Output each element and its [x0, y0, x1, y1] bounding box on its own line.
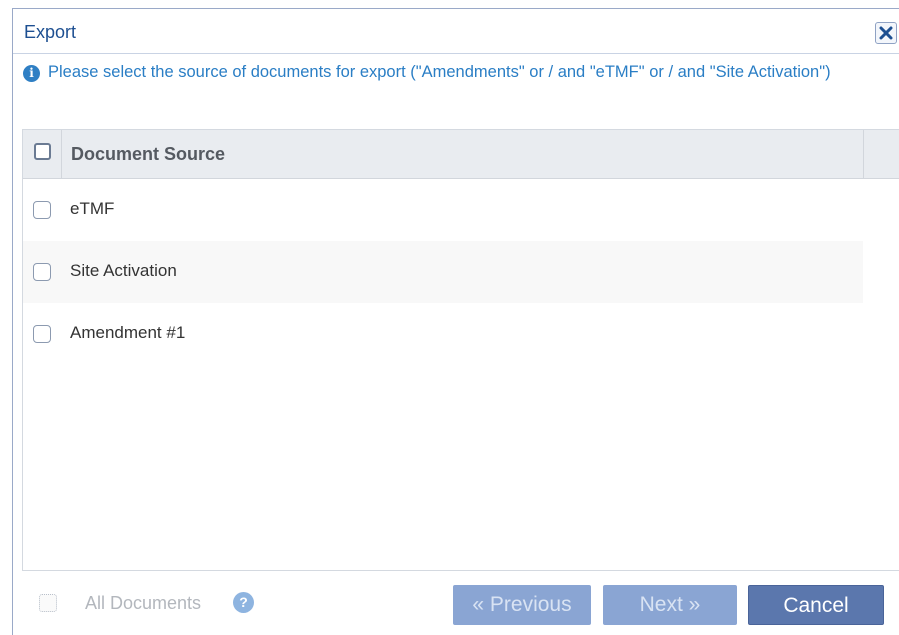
info-message: Please select the source of documents fo…: [48, 63, 831, 81]
dialog-title: Export: [24, 22, 77, 42]
all-documents-label: All Documents: [85, 593, 202, 613]
table-row[interactable]: eTMF: [23, 179, 863, 241]
next-button[interactable]: Next »: [603, 585, 737, 625]
row-checkbox[interactable]: [33, 201, 51, 219]
header-divider: [61, 130, 62, 178]
close-button[interactable]: [875, 22, 897, 44]
close-icon: [879, 26, 893, 40]
row-checkbox[interactable]: [33, 325, 51, 343]
info-icon: i: [23, 65, 40, 82]
row-label: Amendment #1: [70, 323, 186, 342]
table-row[interactable]: Amendment #1: [23, 303, 863, 365]
row-label: eTMF: [70, 199, 115, 218]
table-row[interactable]: Site Activation: [23, 241, 863, 303]
help-icon[interactable]: ?: [233, 592, 254, 613]
dialog-footer: All Documents ? « Previous Next » Cancel: [22, 580, 899, 630]
all-documents-checkbox[interactable]: [39, 594, 57, 612]
header-divider: [863, 130, 864, 178]
select-all-checkbox[interactable]: [34, 143, 51, 160]
column-header-document-source: Document Source: [71, 144, 226, 164]
previous-button[interactable]: « Previous: [453, 585, 591, 625]
dialog-title-bar: Export: [13, 9, 899, 54]
document-source-grid: Document Source eTMF Site Activation Ame…: [22, 129, 899, 571]
row-label: Site Activation: [70, 261, 177, 280]
cancel-button[interactable]: Cancel: [748, 585, 884, 625]
row-checkbox[interactable]: [33, 263, 51, 281]
grid-header: Document Source: [23, 130, 899, 179]
